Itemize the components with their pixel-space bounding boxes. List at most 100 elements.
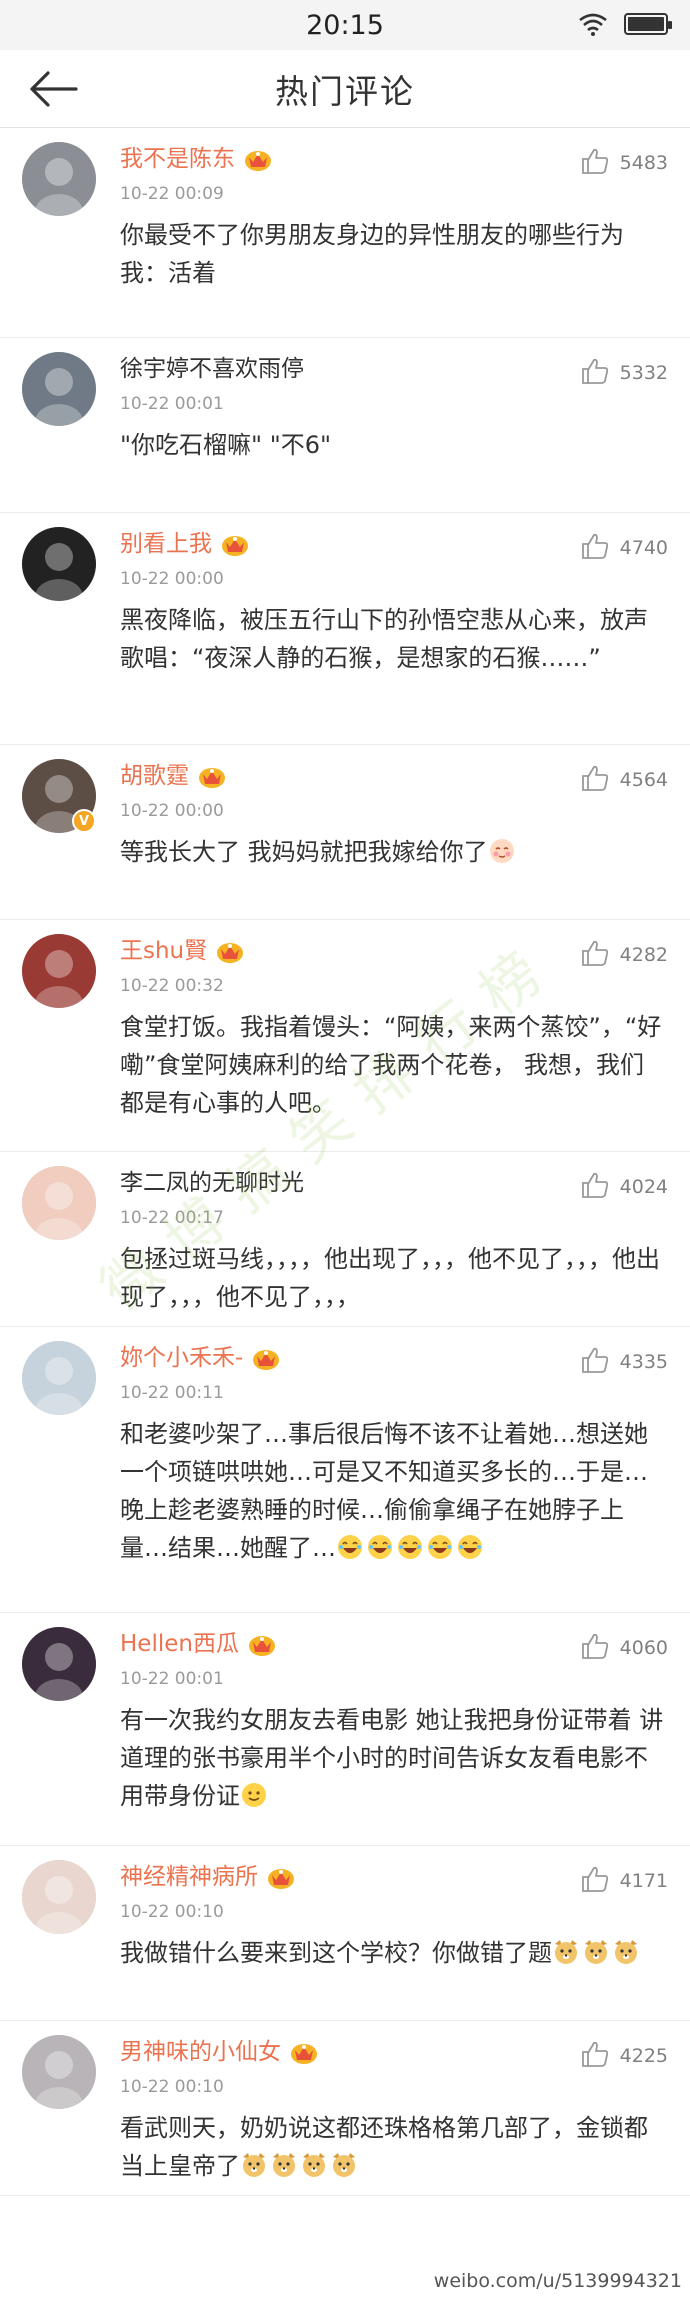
like-count: 5483: [619, 152, 668, 174]
username[interactable]: 我不是陈东: [120, 144, 235, 174]
comment-item[interactable]: 神经精神病所 10-22 00:10 4171 我做错什么要来到这个学校？你做错了题: [0, 1846, 690, 2021]
dog-emoji-icon: [240, 2152, 270, 2180]
like-button[interactable]: 5332: [580, 356, 668, 390]
username[interactable]: 李二凤的无聊时光: [120, 1168, 304, 1198]
user-line: Hellen西瓜: [120, 1629, 277, 1659]
avatar[interactable]: [22, 1166, 96, 1240]
comment-item[interactable]: 王shu賢 10-22 00:32 4282 食堂打饭。我指着馒头：“阿姨，来两个蒸饺…: [0, 920, 690, 1152]
comment-body: 黑夜降临，被压五行山下的孙悟空悲从心来，放声歌唱：“夜深人静的石猴，是想家的石猴…: [120, 606, 648, 672]
like-button[interactable]: 4335: [580, 1345, 668, 1379]
comment-item[interactable]: 李二凤的无聊时光 10-22 00:17 4024 包拯过斑马线，，，，他出现了，，，…: [0, 1152, 690, 1327]
thumbs-up-icon: [580, 1631, 610, 1665]
comment-text: 我做错什么要来到这个学校？你做错了题: [120, 1934, 668, 1972]
comment-text: "你吃石榴嘛" "不6": [120, 426, 668, 464]
comment-item[interactable]: 男神味的小仙女 10-22 00:10 4225 看武则天，奶奶说这都还珠格格第几部了…: [0, 2021, 690, 2196]
username[interactable]: 男神味的小仙女: [120, 2037, 281, 2067]
avatar[interactable]: [22, 142, 96, 216]
comment-body: 我做错什么要来到这个学校？你做错了题: [120, 1939, 552, 1967]
like-button[interactable]: 4282: [580, 938, 668, 972]
comment-item[interactable]: 妳个小禾禾- 10-22 00:11 4335 和老婆吵架了…事后很后悔不该不让着她……: [0, 1327, 690, 1613]
user-line: 妳个小禾禾-: [120, 1343, 281, 1373]
username[interactable]: 胡歌霆: [120, 761, 189, 791]
dog-emoji-icon: [270, 2152, 300, 2180]
dog-emoji-icon: [330, 2152, 360, 2180]
like-button[interactable]: 4171: [580, 1864, 668, 1898]
thumbs-up-icon: [580, 531, 610, 565]
comment-item[interactable]: 我不是陈东 10-22 00:09 5483 你最受不了你男朋友身边的异性朋友的哪些行…: [0, 128, 690, 338]
like-button[interactable]: 4740: [580, 531, 668, 565]
comment-item[interactable]: Hellen西瓜 10-22 00:01 4060 有一次我约女朋友去看电影 她让我把…: [0, 1613, 690, 1846]
username[interactable]: 别看上我: [120, 529, 212, 559]
avatar[interactable]: [22, 527, 96, 601]
username[interactable]: Hellen西瓜: [120, 1629, 239, 1659]
vip-crown-icon: [266, 1864, 296, 1890]
laugh-emoji-icon: [456, 1534, 486, 1562]
comment-item[interactable]: V 胡歌霆 10-22 00:00 4564 等我长大了 我妈妈就把我嫁给你了: [0, 745, 690, 920]
comment-body: 食堂打饭。我指着馒头：“阿姨，来两个蒸饺”，“好嘞”食堂阿姨麻利的给了我两个花卷…: [120, 1013, 662, 1117]
comment-item[interactable]: 别看上我 10-22 00:00 4740 黑夜降临，被压五行山下的孙悟空悲从心来，放…: [0, 513, 690, 745]
like-button[interactable]: 4225: [580, 2039, 668, 2073]
comment-time: 10-22 00:10: [120, 1902, 224, 1922]
like-count: 4740: [619, 537, 668, 559]
like-button[interactable]: 4564: [580, 763, 668, 797]
comment-time: 10-22 00:01: [120, 394, 224, 414]
like-count: 4060: [619, 1637, 668, 1659]
like-count: 4225: [619, 2045, 668, 2067]
comment-text: 你最受不了你男朋友身边的异性朋友的哪些行为 我：活着: [120, 216, 668, 292]
status-icons: [578, 12, 672, 36]
username[interactable]: 神经精神病所: [120, 1862, 258, 1892]
comment-time: 10-22 00:09: [120, 184, 224, 204]
username[interactable]: 徐宇婷不喜欢雨停: [120, 354, 304, 384]
like-button[interactable]: 5483: [580, 146, 668, 180]
like-count: 4024: [619, 1176, 668, 1198]
comment-time: 10-22 00:32: [120, 976, 224, 996]
battery-icon: [624, 13, 672, 35]
like-button[interactable]: 4060: [580, 1631, 668, 1665]
like-count: 5332: [619, 362, 668, 384]
like-count: 4335: [619, 1351, 668, 1373]
smile-emoji-icon: [240, 1782, 270, 1810]
thumbs-up-icon: [580, 2039, 610, 2073]
thumbs-up-icon: [580, 938, 610, 972]
comment-time: 10-22 00:01: [120, 1669, 224, 1689]
user-line: 胡歌霆: [120, 761, 227, 791]
thumbs-up-icon: [580, 146, 610, 180]
avatar[interactable]: [22, 1341, 96, 1415]
blush-emoji-icon: [488, 838, 518, 866]
comment-list: 我不是陈东 10-22 00:09 5483 你最受不了你男朋友身边的异性朋友的哪些行…: [0, 128, 690, 2196]
laugh-emoji-icon: [336, 1534, 366, 1562]
comment-time: 10-22 00:00: [120, 801, 224, 821]
user-line: 徐宇婷不喜欢雨停: [120, 354, 304, 384]
avatar[interactable]: [22, 934, 96, 1008]
like-button[interactable]: 4024: [580, 1170, 668, 1204]
like-count: 4282: [619, 944, 668, 966]
user-line: 神经精神病所: [120, 1862, 296, 1892]
comment-item[interactable]: 徐宇婷不喜欢雨停 10-22 00:01 5332 "你吃石榴嘛" "不6": [0, 338, 690, 513]
comment-text: 等我长大了 我妈妈就把我嫁给你了: [120, 833, 668, 871]
user-line: 别看上我: [120, 529, 250, 559]
comment-time: 10-22 00:00: [120, 569, 224, 589]
thumbs-up-icon: [580, 1170, 610, 1204]
user-line: 男神味的小仙女: [120, 2037, 319, 2067]
vip-crown-icon: [247, 1631, 277, 1657]
username[interactable]: 王shu賢: [120, 936, 207, 966]
avatar[interactable]: [22, 352, 96, 426]
back-button[interactable]: [26, 68, 80, 110]
laugh-emoji-icon: [396, 1534, 426, 1562]
username[interactable]: 妳个小禾禾-: [120, 1343, 243, 1373]
like-count: 4564: [619, 769, 668, 791]
dog-emoji-icon: [300, 2152, 330, 2180]
comment-text: 黑夜降临，被压五行山下的孙悟空悲从心来，放声歌唱：“夜深人静的石猴，是想家的石猴…: [120, 601, 668, 677]
dog-emoji-icon: [582, 1939, 612, 1967]
comment-text: 有一次我约女朋友去看电影 她让我把身份证带着 讲道理的张书豪用半个小时的时间告诉…: [120, 1701, 668, 1815]
comment-body: 等我长大了 我妈妈就把我嫁给你了: [120, 838, 488, 866]
thumbs-up-icon: [580, 1864, 610, 1898]
dog-emoji-icon: [612, 1939, 642, 1967]
user-line: 李二凤的无聊时光: [120, 1168, 304, 1198]
avatar[interactable]: [22, 1860, 96, 1934]
avatar[interactable]: [22, 1627, 96, 1701]
avatar[interactable]: [22, 2035, 96, 2109]
verified-badge-icon: V: [72, 809, 96, 833]
status-time: 20:15: [306, 9, 384, 41]
thumbs-up-icon: [580, 1345, 610, 1379]
